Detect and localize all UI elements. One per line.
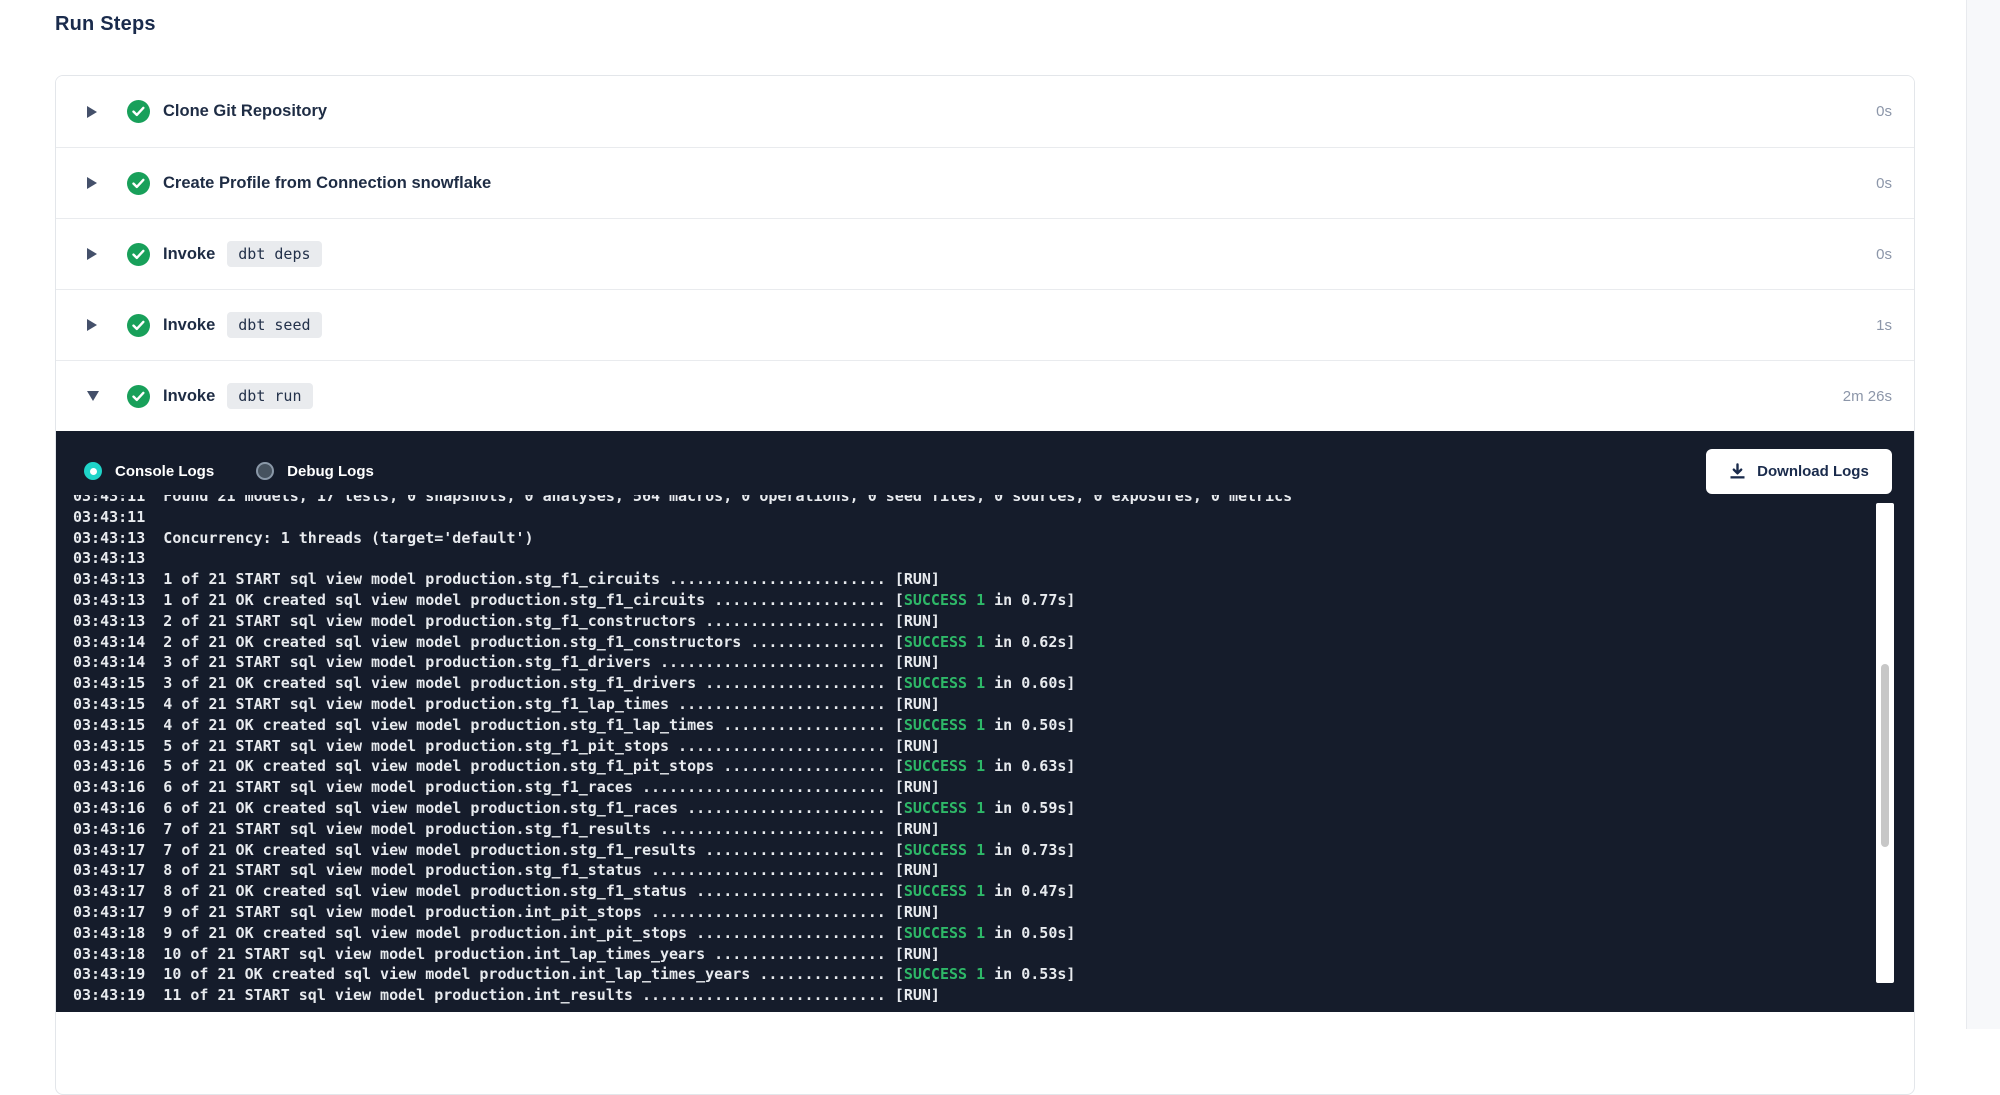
radio-unselected-icon[interactable]: [256, 462, 274, 480]
download-logs-button-label: Download Logs: [1757, 463, 1869, 480]
log-line: 03:43:15 4 of 21 START sql view model pr…: [73, 694, 1818, 715]
log-success-token: SUCCESS 1: [904, 841, 985, 859]
log-line: 03:43:14 2 of 21 OK created sql view mod…: [73, 632, 1818, 653]
step-duration: 0s: [1876, 246, 1892, 263]
check-circle-icon: [127, 172, 150, 195]
page-title: Run Steps: [55, 13, 156, 36]
step-label: Invoke: [163, 316, 215, 335]
step-label: Invoke: [163, 245, 215, 264]
check-circle-icon: [127, 100, 150, 123]
log-content: 03:43:11 Found 21 models, 17 tests, 0 sn…: [73, 495, 1818, 1006]
log-success-token: SUCCESS 1: [904, 882, 985, 900]
log-line: 03:43:17 7 of 21 OK created sql view mod…: [73, 840, 1818, 861]
log-line: 03:43:16 7 of 21 START sql view model pr…: [73, 819, 1818, 840]
log-line: 03:43:13: [73, 548, 1818, 569]
log-success-token: SUCCESS 1: [904, 633, 985, 651]
page-scroll-gutter[interactable]: [1966, 0, 2000, 1029]
log-scrollbar-track[interactable]: [1876, 503, 1894, 983]
log-success-token: SUCCESS 1: [904, 674, 985, 692]
log-line: 03:43:13 1 of 21 START sql view model pr…: [73, 569, 1818, 590]
log-line: 03:43:15 4 of 21 OK created sql view mod…: [73, 715, 1818, 736]
run-steps-list: Clone Git Repository0sCreate Profile fro…: [56, 76, 1914, 431]
log-line: 03:43:16 6 of 21 OK created sql view mod…: [73, 798, 1818, 819]
run-step-row[interactable]: Invoke dbt deps 0s: [56, 218, 1914, 289]
console-controls: Console Logs Debug Logs Download Logs: [84, 448, 1892, 494]
log-success-token: SUCCESS 1: [904, 716, 985, 734]
log-line: 03:43:19 11 of 21 START sql view model p…: [73, 985, 1818, 1006]
caret-down-icon: [87, 391, 101, 401]
caret-right-icon: [87, 106, 101, 118]
check-circle-icon: [127, 243, 150, 266]
step-label: Invoke: [163, 387, 215, 406]
step-duration: 0s: [1876, 175, 1892, 192]
log-success-token: SUCCESS 1: [904, 591, 985, 609]
run-step-row[interactable]: Invoke dbt seed 1s: [56, 289, 1914, 360]
step-command-badge: dbt run: [227, 383, 312, 409]
step-command-badge: dbt deps: [227, 241, 321, 267]
log-line: 03:43:17 9 of 21 START sql view model pr…: [73, 902, 1818, 923]
log-line: 03:43:13 2 of 21 START sql view model pr…: [73, 611, 1818, 632]
step-duration: 2m 26s: [1843, 388, 1892, 405]
debug-logs-radio[interactable]: Debug Logs: [256, 462, 374, 480]
log-line: 03:43:18 10 of 21 START sql view model p…: [73, 944, 1818, 965]
log-line: 03:43:15 3 of 21 OK created sql view mod…: [73, 673, 1818, 694]
step-label: Clone Git Repository: [163, 102, 327, 121]
log-success-token: SUCCESS 1: [904, 799, 985, 817]
debug-logs-label: Debug Logs: [287, 463, 374, 480]
console-logs-radio[interactable]: Console Logs: [84, 462, 214, 480]
step-label: Create Profile from Connection snowflake: [163, 174, 491, 193]
step-duration: 0s: [1876, 103, 1892, 120]
log-scrollbar-thumb[interactable]: [1881, 664, 1889, 847]
radio-selected-icon[interactable]: [84, 462, 102, 480]
log-line: 03:43:13 1 of 21 OK created sql view mod…: [73, 590, 1818, 611]
check-circle-icon: [127, 314, 150, 337]
run-step-row[interactable]: Invoke dbt run 2m 26s: [56, 360, 1914, 431]
log-success-token: SUCCESS 1: [904, 757, 985, 775]
caret-right-icon: [87, 248, 101, 260]
log-line: 03:43:16 5 of 21 OK created sql view mod…: [73, 756, 1818, 777]
log-line: 03:43:16 6 of 21 START sql view model pr…: [73, 777, 1818, 798]
download-logs-button[interactable]: Download Logs: [1706, 449, 1892, 494]
console-logs-label: Console Logs: [115, 463, 214, 480]
log-success-token: SUCCESS 1: [904, 924, 985, 942]
log-line: 03:43:11 Found 21 models, 17 tests, 0 sn…: [73, 495, 1818, 507]
step-command-badge: dbt seed: [227, 312, 321, 338]
log-line: 03:43:13 Concurrency: 1 threads (target=…: [73, 528, 1818, 549]
run-step-row[interactable]: Clone Git Repository 0s: [56, 76, 1914, 147]
log-line: 03:43:18 9 of 21 OK created sql view mod…: [73, 923, 1818, 944]
log-line: 03:43:19 10 of 21 OK created sql view mo…: [73, 964, 1818, 985]
download-icon: [1729, 463, 1746, 480]
log-success-token: SUCCESS 1: [904, 965, 985, 983]
caret-right-icon: [87, 177, 101, 189]
log-line: 03:43:17 8 of 21 START sql view model pr…: [73, 860, 1818, 881]
console-log-panel: Console Logs Debug Logs Download Logs 03…: [56, 431, 1914, 1012]
log-line: 03:43:15 5 of 21 START sql view model pr…: [73, 736, 1818, 757]
check-circle-icon: [127, 385, 150, 408]
run-steps-card: Clone Git Repository0sCreate Profile fro…: [55, 75, 1915, 1095]
log-viewport[interactable]: 03:43:11 Found 21 models, 17 tests, 0 sn…: [73, 495, 1818, 1008]
log-line: 03:43:17 8 of 21 OK created sql view mod…: [73, 881, 1818, 902]
log-line: 03:43:14 3 of 21 START sql view model pr…: [73, 652, 1818, 673]
run-step-row[interactable]: Create Profile from Connection snowflake…: [56, 147, 1914, 218]
caret-right-icon: [87, 319, 101, 331]
log-line: 03:43:11: [73, 507, 1818, 528]
step-duration: 1s: [1876, 317, 1892, 334]
